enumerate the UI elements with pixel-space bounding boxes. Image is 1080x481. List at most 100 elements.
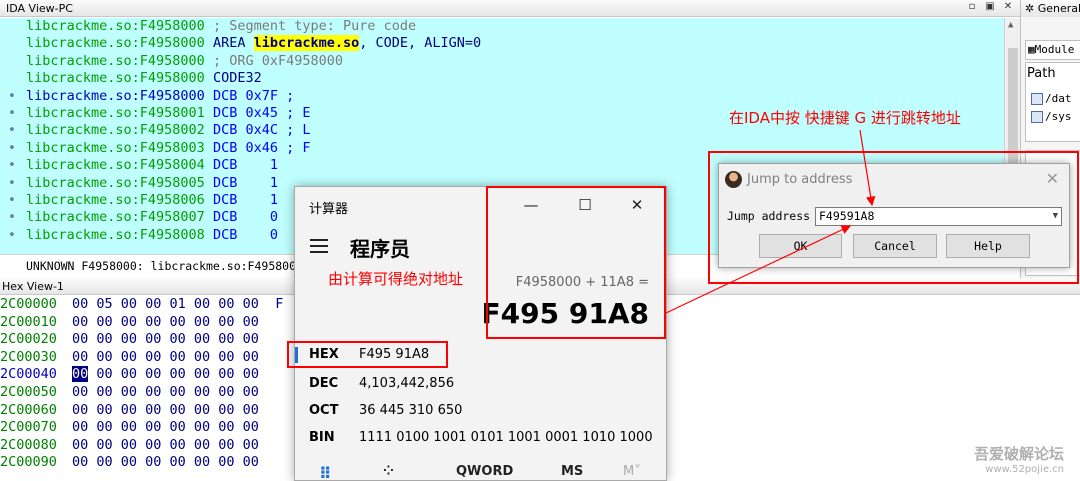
line-instruction: DCB 1	[204, 157, 278, 174]
word-size-button[interactable]: QWORD	[456, 464, 513, 479]
close-icon[interactable]: ✕	[625, 193, 649, 217]
close-icon[interactable]: ✕	[1046, 169, 1059, 188]
calculator-window[interactable]: 计算器 — ☐ ✕ 程序员 F4958000 + 11A8 = F495 91A…	[294, 186, 667, 481]
line-address: libcrackme.so:F4958000	[26, 70, 205, 87]
menu-icon[interactable]	[310, 239, 328, 257]
modules-tab[interactable]: ▦Module	[1025, 40, 1080, 60]
base-row-dec[interactable]: DEC 4,103,442,856	[309, 376, 454, 391]
ida-view-title: IDA View-PC	[6, 2, 73, 15]
ok-button[interactable]: OK	[759, 234, 842, 258]
line-marker-icon: •	[8, 175, 16, 191]
ida-line[interactable]: • libcrackme.so:F4958003 DCB 0x46 ; F	[0, 140, 1004, 157]
maximize-icon[interactable]: ☐	[573, 193, 597, 217]
line-marker-icon: •	[8, 140, 16, 156]
line-instruction: DCB 0	[204, 226, 278, 243]
line-marker-icon: •	[8, 192, 16, 208]
hex-address: 2C00000	[0, 296, 57, 312]
ida-line[interactable]: libcrackme.so:F4958000 CODE32	[0, 70, 1004, 87]
hex-address: 2C00020	[0, 331, 57, 348]
base-row-bin[interactable]: BIN 1111 0100 1001 0101 1001 0001 1010 10…	[309, 430, 653, 445]
ida-line[interactable]: • libcrackme.so:F4958000 DCB 0x7F ;	[0, 88, 1004, 105]
ida-line[interactable]: libcrackme.so:F4958000 ; Segment type: P…	[0, 18, 1004, 35]
base-value: 4,103,442,856	[359, 376, 455, 391]
scroll-thumb[interactable]	[1008, 48, 1018, 178]
jump-address-label: Jump address	[727, 209, 811, 223]
module-row[interactable]: /dat	[1031, 92, 1072, 105]
hex-address: 2C00050	[0, 383, 57, 400]
line-marker-icon: •	[8, 88, 16, 104]
hex-bytes: 00 00 00 00 00 00 00 00	[72, 348, 259, 365]
memory-store-button[interactable]: MS	[561, 464, 583, 479]
base-label: BIN	[309, 430, 335, 445]
hex-bytes: 00 00 00 00 00 00 00	[88, 366, 259, 383]
base-label: DEC	[309, 376, 339, 391]
line-instruction: AREA	[204, 35, 254, 52]
watermark: 吾爱破解论坛 www.52pojie.cn	[974, 443, 1064, 475]
calculator-expression: F4958000 + 11A8 =	[515, 275, 649, 290]
line-instruction: DCB 0x4C ; L	[204, 122, 311, 139]
cancel-button[interactable]: Cancel	[853, 234, 937, 258]
line-address: libcrackme.so:F4958000	[26, 35, 205, 52]
hex-bytes: 00 00 00 00 00 00 00 00	[72, 383, 259, 400]
jump-address-input[interactable]: F49591A8 ▼	[815, 207, 1062, 226]
jump-address-value: F49591A8	[819, 209, 875, 223]
calculator-result: F495 91A8	[481, 297, 649, 330]
hex-address: 2C00010	[0, 313, 57, 330]
line-instruction: DCB 0x46 ; F	[204, 139, 311, 156]
scroll-up-icon[interactable]: ▲	[1008, 20, 1013, 30]
chevron-down-icon[interactable]: ▼	[1053, 208, 1058, 225]
memory-button[interactable]: M˅	[623, 464, 641, 479]
watermark-url: www.52pojie.cn	[985, 464, 1064, 475]
line-instruction: DCB 0x7F ;	[204, 87, 295, 104]
keypad-icon[interactable]: ⠿	[319, 464, 332, 480]
ida-line[interactable]: libcrackme.so:F4958000 ; ORG 0xF4958000	[0, 53, 1004, 70]
base-row-oct[interactable]: OCT 36 445 310 650	[309, 403, 462, 418]
ida-close-icon[interactable]: ✕	[1000, 1, 1016, 15]
module-icon: ▦	[1028, 43, 1035, 56]
help-button[interactable]: Help	[946, 234, 1030, 258]
hex-bytes: 00 00 00 00 00 00 00 00	[72, 419, 259, 436]
module-row[interactable]: /sys	[1031, 110, 1072, 123]
module-path: /dat	[1045, 92, 1072, 105]
module-path: /sys	[1045, 110, 1072, 123]
line-address: libcrackme.so:F4958005	[26, 174, 205, 191]
line-marker-icon: •	[8, 123, 16, 139]
hex-bytes: 00 00 00 00 00 00 00 00	[72, 454, 259, 471]
hex-address: 2C00030	[0, 348, 57, 365]
minimize-icon[interactable]: —	[519, 193, 543, 217]
ida-avatar-icon	[725, 171, 742, 188]
line-instruction: DCB 1	[204, 174, 278, 191]
hex-address: 2C00090	[0, 454, 57, 471]
line-address: libcrackme.so:F4958000	[26, 52, 205, 69]
right-panel-title: ✲ General	[1021, 0, 1080, 17]
ida-line[interactable]: libcrackme.so:F4958000 AREA libcrackme.s…	[0, 35, 1004, 52]
hex-bytes: 00 00 00 00 00 00 00 00	[72, 331, 259, 348]
ida-float-icon[interactable]: ▣	[982, 1, 998, 15]
line-address: libcrackme.so:F4958006	[26, 191, 205, 208]
hex-address: 2C00080	[0, 436, 57, 453]
line-address: libcrackme.so:F4958002	[26, 122, 205, 139]
highlighted-token[interactable]: libcrackme.so	[253, 35, 360, 52]
line-address: libcrackme.so:F4958007	[26, 209, 205, 226]
file-icon	[1031, 111, 1043, 123]
hex-bytes: 00 00 00 00 00 00 00 00	[72, 401, 259, 418]
right-panel-title-text: General	[1037, 2, 1080, 15]
calculator-title: 计算器	[309, 202, 349, 217]
line-operands: , CODE, ALIGN=0	[359, 35, 482, 52]
line-marker-icon: •	[8, 105, 16, 121]
base-row-hex[interactable]: HEX F495 91A8	[309, 347, 429, 362]
line-instruction: ; Segment type: Pure code	[204, 18, 417, 34]
modules-tab-label: Module	[1034, 43, 1075, 56]
ida-view-titlebar: IDA View-PC ▫ ▣ ✕	[0, 0, 1020, 17]
bit-toggle-icon[interactable]: ⁘	[383, 464, 394, 479]
line-address: libcrackme.so:F4958004	[26, 157, 205, 174]
line-address: libcrackme.so:F4958000	[26, 18, 205, 34]
line-marker-icon: •	[8, 210, 16, 226]
line-address: libcrackme.so:F4958000	[26, 87, 205, 104]
jump-annotation: 在IDA中按 快捷键 G 进行跳转地址	[729, 109, 961, 127]
base-label: HEX	[309, 347, 339, 362]
path-header: Path	[1027, 66, 1056, 81]
hex-cursor[interactable]: 00	[72, 366, 89, 383]
ida-restore-icon[interactable]: ▫	[964, 1, 980, 15]
line-instruction: DCB 0	[204, 209, 278, 226]
